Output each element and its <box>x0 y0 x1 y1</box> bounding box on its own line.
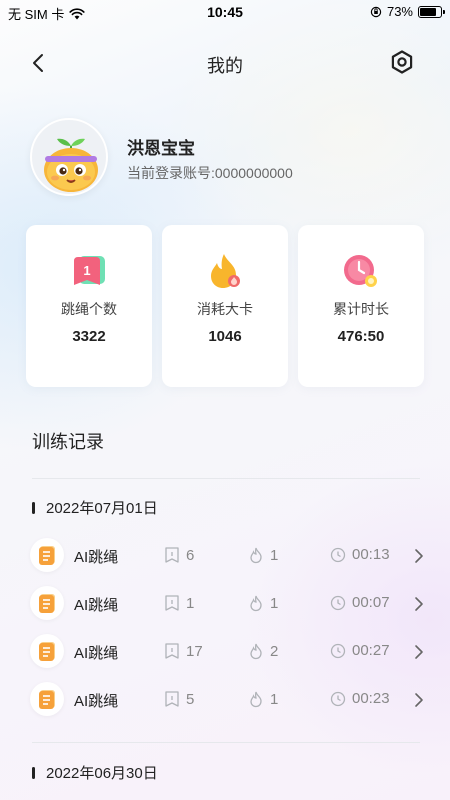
date-text: 2022年06月30日 <box>46 765 158 782</box>
sprout-mascot-icon <box>44 138 98 192</box>
record-duration: 00:07 <box>330 594 390 611</box>
clock-outline-icon <box>330 691 346 706</box>
jump-count-icon: 1 <box>74 256 105 285</box>
orientation-lock-icon <box>370 6 382 17</box>
flame-outline-icon <box>250 595 262 612</box>
chevron-right-icon <box>415 549 423 563</box>
stat-value: 3322 <box>72 328 106 345</box>
nav-bar: 我的 <box>0 42 450 82</box>
document-icon <box>39 594 55 613</box>
document-icon <box>39 690 55 709</box>
settings-icon[interactable] <box>388 48 416 76</box>
record-count: 6 <box>164 546 194 564</box>
flame-outline-icon <box>250 547 262 564</box>
date-header: 2022年07月01日 <box>32 497 158 518</box>
date-bar <box>32 766 35 779</box>
chevron-right-icon <box>415 693 423 707</box>
clock-icon <box>344 255 377 287</box>
page-title: 我的 <box>207 56 243 76</box>
record-duration: 00:13 <box>330 546 390 563</box>
divider <box>32 478 420 479</box>
flame-outline-icon <box>250 643 262 660</box>
stat-value: 476:50 <box>337 328 385 345</box>
stat-label: 累计时长 <box>333 301 389 317</box>
clock-outline-icon <box>330 595 346 610</box>
date-bar <box>32 501 35 514</box>
record-name: AI跳绳 <box>74 693 119 710</box>
profile-section: 洪恩宝宝 当前登录账号:0000000000 <box>30 118 430 198</box>
status-bar: 无 SIM 卡 10:45 73% <box>0 0 450 24</box>
record-count: 1 <box>164 594 194 612</box>
count-icon <box>165 643 179 659</box>
record-row[interactable]: AI跳绳 1 1 00:07 <box>28 586 428 622</box>
avatar[interactable] <box>30 118 108 196</box>
chevron-right-icon <box>415 645 423 659</box>
stat-card-jump-count: 1 跳绳个数 3322 <box>26 225 152 387</box>
count-icon <box>165 595 179 611</box>
record-calories: 1 <box>248 690 278 708</box>
divider <box>32 742 420 743</box>
record-icon <box>30 634 64 668</box>
chevron-right-icon <box>415 597 423 611</box>
clock-outline-icon <box>330 643 346 658</box>
flame-icon <box>211 254 240 288</box>
battery-level <box>420 7 437 16</box>
user-account: 当前登录账号:0000000000 <box>127 165 293 181</box>
stats-row: 1 跳绳个数 3322 消耗大卡 1046 累计时长 476:50 <box>26 225 424 387</box>
record-duration: 00:23 <box>330 690 390 707</box>
clock-outline-icon <box>330 547 346 562</box>
flame-outline-icon <box>250 691 262 708</box>
stat-label: 消耗大卡 <box>197 301 253 317</box>
record-calories: 1 <box>248 546 278 564</box>
svg-text:1: 1 <box>83 263 90 278</box>
record-calories: 1 <box>248 594 278 612</box>
record-row[interactable]: AI跳绳 6 1 00:13 <box>28 538 428 574</box>
record-icon <box>30 538 64 572</box>
document-icon <box>39 546 55 565</box>
battery-icon <box>418 5 445 18</box>
record-row[interactable]: AI跳绳 5 1 00:23 <box>28 682 428 718</box>
record-duration: 00:27 <box>330 642 390 659</box>
date-header: 2022年06月30日 <box>32 762 158 783</box>
record-count: 5 <box>164 690 194 708</box>
records-title: 训练记录 <box>32 432 104 452</box>
record-calories: 2 <box>248 642 278 660</box>
count-icon <box>165 691 179 707</box>
record-name: AI跳绳 <box>74 645 119 662</box>
record-row[interactable]: AI跳绳 17 2 00:27 <box>28 634 428 670</box>
date-text: 2022年07月01日 <box>46 500 158 517</box>
record-name: AI跳绳 <box>74 597 119 614</box>
battery-percent: 73% <box>386 4 413 19</box>
user-name: 洪恩宝宝 <box>127 139 195 158</box>
record-icon <box>30 682 64 716</box>
document-icon <box>39 642 55 661</box>
record-name: AI跳绳 <box>74 549 119 566</box>
record-icon <box>30 586 64 620</box>
stat-card-duration: 累计时长 476:50 <box>298 225 424 387</box>
record-count: 17 <box>164 642 203 660</box>
stat-card-calories: 消耗大卡 1046 <box>162 225 288 387</box>
stat-label: 跳绳个数 <box>61 301 117 317</box>
count-icon <box>165 547 179 563</box>
stat-value: 1046 <box>208 328 242 345</box>
